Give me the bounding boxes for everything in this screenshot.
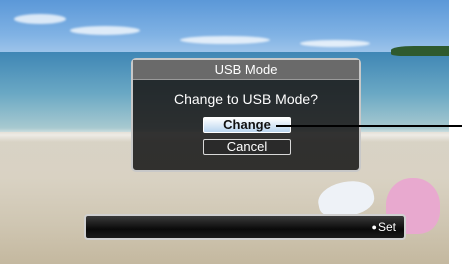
usb-mode-dialog: USB Mode Change to USB Mode? Change Canc… [131,58,361,172]
callout-line [276,125,462,127]
set-bullet-icon: ● [371,222,377,232]
cloud [180,36,270,44]
background-sky [0,0,449,58]
status-bar: ●Set [84,214,406,240]
background-island [391,46,449,56]
cloud [300,40,370,47]
dialog-title: USB Mode [133,60,359,80]
set-label: Set [377,220,396,234]
cancel-button[interactable]: Cancel [203,139,291,155]
cloud [14,14,66,24]
set-hint: ●Set [372,220,396,234]
cloud [70,26,140,35]
dialog-message: Change to USB Mode? [174,91,318,107]
